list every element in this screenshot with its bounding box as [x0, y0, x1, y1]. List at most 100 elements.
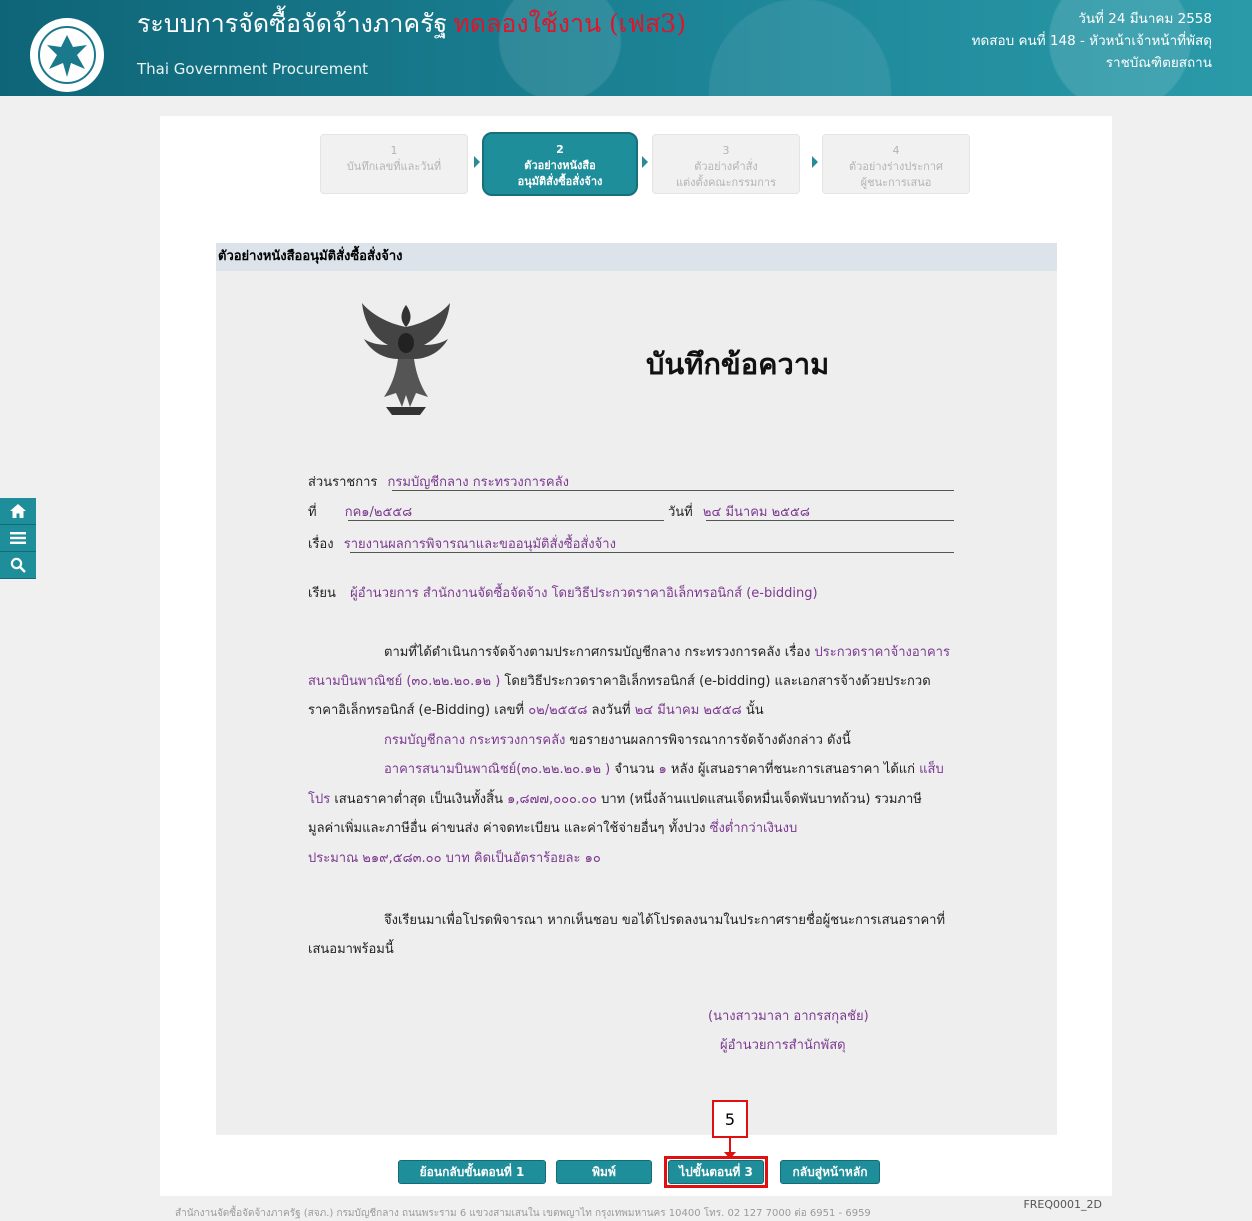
menu-button[interactable] — [0, 525, 36, 552]
user-info: วันที่ 24 มีนาคม 2558 ทดสอบ คนที่ 148 - … — [972, 8, 1212, 74]
subject-label: เรื่อง — [308, 537, 334, 552]
step-arrow-icon — [642, 156, 648, 168]
search-button[interactable] — [0, 552, 36, 579]
step-label: ตัวอย่างหนังสือ — [524, 159, 596, 172]
text: มูลค่าเพิ่มและภาษีอื่น ค่าขนส่ง ค่าจดทะเ… — [308, 821, 710, 836]
app-title-text: ระบบการจัดซื้อจัดจ้างภาครัฐ — [137, 9, 448, 38]
user-org: ราชบัณฑิตยสถาน — [1105, 55, 1212, 71]
garuda-seal-icon — [38, 26, 96, 84]
annotation-arrow-icon — [724, 1152, 736, 1159]
highlight-box — [664, 1156, 768, 1188]
step-label-line2: อนุมัติสั่งซื้อสั่งจ้าง — [517, 175, 603, 188]
step-4[interactable]: 4 ตัวอย่างร่างประกาศ ผู้ชนะการเสนอ — [822, 134, 970, 194]
step-wizard: 1 บันทึกเลขที่และวันที่ 2 ตัวอย่างหนังสื… — [160, 116, 1112, 206]
subject-row: เรื่อง รายงานผลการพิจารณาและขออนุมัติสั่… — [308, 533, 616, 554]
para1-line2: สนามบินพาณิชย์ (๓๐.๒๒.๒๐.๑๒ ) โดยวิธีประ… — [308, 670, 931, 691]
subject-value: รายงานผลการพิจารณาและขออนุมัติสั่งซื้อสั… — [343, 537, 616, 552]
back-step-1-button[interactable]: ย้อนกลับขั้นตอนที่ 1 — [398, 1160, 546, 1184]
para3-line1: อาคารสนามบินพาณิชย์(๓๐.๒๒.๒๐.๑๒ ) จำนวน … — [384, 758, 944, 779]
para3-line3: มูลค่าเพิ่มและภาษีอื่น ค่าขนส่ง ค่าจดทะเ… — [308, 817, 797, 838]
main-panel: 1 บันทึกเลขที่และวันที่ 2 ตัวอย่างหนังสื… — [160, 116, 1112, 1196]
para1-line3: ราคาอิเล็กทรอนิกส์ (e-Bidding) เลขที่ ๐๒… — [308, 699, 764, 720]
text: จำนวน — [610, 762, 659, 777]
step-2[interactable]: 2 ตัวอย่างหนังสือ อนุมัติสั่งซื้อสั่งจ้า… — [482, 132, 638, 196]
subject-underline — [350, 552, 954, 553]
date-label: วันที่ — [668, 505, 693, 520]
memo-document: บันทึกข้อความ ส่วนราชการ กรมบัญชีกลาง กร… — [216, 271, 1057, 1135]
date-value: ๒๔ มีนาคม ๒๕๕๘ — [702, 505, 810, 520]
quick-sidebar — [0, 498, 36, 579]
text-value: ๑๐ — [584, 851, 601, 866]
text: ขอรายงานผลการพิจารณาการจัดจ้างดังกล่าว ด… — [565, 733, 851, 748]
para3-line2: โปร เสนอราคาต่ำสุด เป็นเงินทั้งสิ้น ๑,๘๗… — [308, 788, 922, 809]
text-value: ๒๔ มีนาคม ๒๕๕๘ — [634, 703, 742, 718]
text-value: ประมาณ — [308, 851, 363, 866]
print-button[interactable]: พิมพ์ — [556, 1160, 652, 1184]
ref-row: ที่ กค๑/๒๕๕๘ — [308, 501, 412, 522]
text-value: ๑ — [658, 762, 667, 777]
app-header: ระบบการจัดซื้อจัดจ้างภาครัฐ ทดลองใช้งาน (… — [0, 0, 1252, 96]
section-title: ตัวอย่างหนังสืออนุมัติสั่งซื้อสั่งจ้าง — [216, 243, 1057, 271]
text: บาท (หนึ่งล้านแปดแสนเจ็ดหมื่นเจ็ดพันบาทถ… — [597, 792, 922, 807]
to-row: เรียน ผู้อำนวยการ สำนักงานจัดซื้อจัดจ้าง… — [308, 582, 818, 603]
text-value: ๒๑๙,๕๘๓.๐๐ — [362, 851, 442, 866]
text-value: สนามบินพาณิชย์ (๓๐.๒๒.๒๐.๑๒ ) — [308, 674, 501, 689]
text-value: ซึ่งต่ำกว่าเงินงบ — [709, 821, 798, 836]
signer-title: ผู้อำนวยการสำนักพัสดุ — [720, 1038, 846, 1053]
step-label-line2: ผู้ชนะการเสนอ — [860, 176, 932, 189]
step-number: 3 — [722, 144, 730, 157]
para1-line1: ตามที่ได้ดำเนินการจัดจ้างตามประกาศกรมบัญ… — [384, 641, 950, 662]
signer-name: (นางสาวมาลา อากรสกุลชัย) — [708, 1009, 869, 1024]
text: ลงวันที่ — [587, 703, 635, 718]
step-number: 1 — [390, 144, 398, 157]
step-label: ตัวอย่างร่างประกาศ — [849, 160, 943, 173]
para4-line1: จึงเรียนมาเพื่อโปรดพิจารณา หากเห็นชอบ ขอ… — [384, 913, 946, 928]
back-home-button[interactable]: กลับสู่หน้าหลัก — [780, 1160, 880, 1184]
step-label: บันทึกเลขที่และวันที่ — [346, 160, 442, 173]
date-row: วันที่ ๒๔ มีนาคม ๒๕๕๘ — [668, 501, 810, 522]
app-title: ระบบการจัดซื้อจัดจ้างภาครัฐ ทดลองใช้งาน (… — [137, 4, 686, 44]
step-arrow-icon — [474, 156, 480, 168]
garuda-emblem-icon — [362, 303, 450, 415]
action-bar: ย้อนกลับขั้นตอนที่ 1 พิมพ์ ไปขั้นตอนที่ … — [160, 1160, 1112, 1190]
agency-value: กรมบัญชีกลาง กระทรวงการคลัง — [387, 475, 569, 490]
text: นั้น — [741, 703, 764, 718]
app-subtitle: Thai Government Procurement — [137, 60, 368, 78]
text-value: ประกวดราคาจ้างอาคาร — [814, 645, 950, 660]
agency-row: ส่วนราชการ กรมบัญชีกลาง กระทรวงการคลัง — [308, 471, 569, 492]
para4-line2: เสนอมาพร้อมนี้ — [308, 942, 394, 957]
step-number: 4 — [892, 144, 900, 157]
para3-line4: ประมาณ ๒๑๙,๕๘๓.๐๐ บาท คิดเป็นอัตราร้อยละ… — [308, 847, 601, 868]
text-value: โปร — [308, 792, 331, 807]
trial-label: ทดลองใช้งาน (เฟส3) — [453, 9, 686, 38]
footer-address: สำนักงานจัดซื้อจัดจ้างภาครัฐ (สจภ.) กรมบ… — [175, 1208, 871, 1219]
page-code: FREQ0001_2D — [1023, 1198, 1102, 1211]
ref-value: กค๑/๒๕๕๘ — [344, 505, 413, 520]
to-value: ผู้อำนวยการ สำนักงานจัดซื้อจัดจ้าง โดยวิ… — [350, 586, 818, 601]
text-value: แส็บ — [919, 762, 944, 777]
step-1[interactable]: 1 บันทึกเลขที่และวันที่ — [320, 134, 468, 194]
agency-label: ส่วนราชการ — [308, 475, 378, 490]
text: หลัง ผู้เสนอราคาที่ชนะการเสนอราคา ได้แก่ — [666, 762, 920, 777]
text-value: ๑,๘๗๗,๐๐๐.๐๐ — [507, 792, 597, 807]
step-label: ตัวอย่างคำสั่ง — [694, 160, 758, 173]
home-icon — [10, 504, 26, 518]
text-value: กรมบัญชีกลาง กระทรวงการคลัง — [384, 733, 566, 748]
annotation-callout: 5 — [712, 1100, 748, 1138]
text-value: ๐๒/๒๕๕๘ — [528, 703, 588, 718]
text: ราคาอิเล็กทรอนิกส์ (e-Bidding) เลขที่ — [308, 703, 529, 718]
agency-underline — [392, 490, 954, 491]
step-3[interactable]: 3 ตัวอย่างคำสั่ง แต่งตั้งคณะกรรมการ — [652, 134, 800, 194]
text-value: บาท คิดเป็นอัตราร้อยละ — [441, 851, 585, 866]
ref-label: ที่ — [308, 505, 317, 520]
user-name: ทดสอบ คนที่ 148 - หัวหน้าเจ้าหน้าที่พัสด… — [971, 33, 1212, 49]
to-label: เรียน — [308, 586, 336, 601]
home-button[interactable] — [0, 498, 36, 525]
menu-icon — [10, 532, 26, 544]
step-label-line2: แต่งตั้งคณะกรรมการ — [675, 176, 777, 189]
text-value: อาคารสนามบินพาณิชย์(๓๐.๒๒.๒๐.๑๒ ) — [384, 762, 611, 777]
current-date: วันที่ 24 มีนาคม 2558 — [1078, 11, 1212, 27]
text: เสนอราคาต่ำสุด เป็นเงินทั้งสิ้น — [330, 792, 508, 807]
text: โดยวิธีประกวดราคาอิเล็กทรอนิกส์ (e-biddi… — [500, 674, 931, 689]
step-arrow-icon — [812, 156, 818, 168]
